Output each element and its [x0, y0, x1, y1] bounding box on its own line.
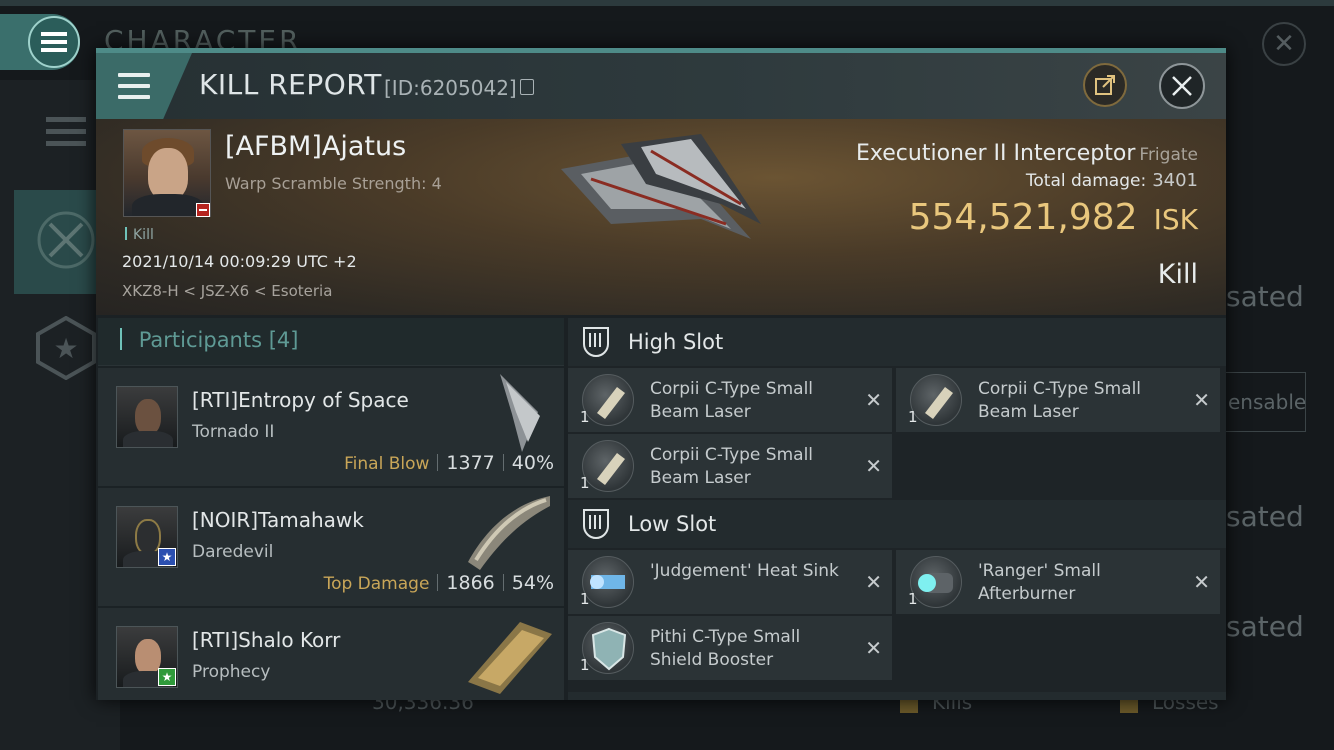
- participant-ship: Daredevil: [192, 542, 274, 562]
- participant-ship: Prophecy: [192, 662, 271, 682]
- menu-icon: [118, 73, 150, 99]
- module-name: Pithi C-Type Small Shield Booster: [650, 627, 801, 670]
- background-top-bar: [0, 0, 1334, 6]
- background-label: sated: [1226, 500, 1304, 533]
- module-name: Corpii C-Type Small Beam Laser: [650, 445, 814, 488]
- beam-laser-icon: [582, 440, 634, 492]
- next-slot-header: [568, 692, 1226, 700]
- star-icon: ★: [158, 668, 176, 686]
- slot-title: High Slot: [628, 330, 724, 354]
- module-quantity: 1: [580, 408, 590, 426]
- beam-laser-icon: [582, 374, 634, 426]
- high-slot-header: High Slot: [568, 318, 1226, 366]
- low-slot-icon: [583, 509, 609, 539]
- participant-name: [RTI]Entropy of Space: [192, 388, 409, 412]
- main-menu-button[interactable]: [0, 14, 80, 70]
- module-item[interactable]: 1 Corpii C-Type Small Beam Laser ✕: [568, 368, 892, 432]
- close-icon: [1172, 76, 1192, 96]
- background-label: sated: [1226, 610, 1304, 643]
- module-item[interactable]: 1 Corpii C-Type Small Beam Laser ✕: [896, 368, 1220, 432]
- menu-icon: [28, 16, 80, 68]
- kill-result: Kill: [1157, 259, 1198, 290]
- shield-booster-icon: [582, 622, 634, 674]
- victim-ship-image[interactable]: [551, 129, 771, 259]
- participant-row[interactable]: ★ [RTI]Shalo Korr Prophecy: [98, 608, 564, 700]
- low-slot-header: Low Slot: [568, 500, 1226, 548]
- slot-title: Low Slot: [628, 512, 717, 536]
- module-item[interactable]: 1 'Ranger' Small Afterburner ✕: [896, 550, 1220, 614]
- ship-class: Frigate: [1139, 145, 1198, 165]
- warp-scramble-strength: Warp Scramble Strength: 4: [225, 174, 442, 193]
- module-item[interactable]: 1 Corpii C-Type Small Beam Laser ✕: [568, 434, 892, 498]
- page-title: KILL REPORT: [199, 68, 382, 101]
- star-icon: ★: [158, 548, 176, 566]
- participant-ship: Tornado II: [192, 422, 275, 442]
- star-hexagon-icon[interactable]: ★: [34, 316, 98, 380]
- kill-report-id: [ID:6205042]: [384, 76, 517, 100]
- background-close-icon[interactable]: ✕: [1262, 22, 1306, 66]
- module-quantity: 1: [908, 408, 918, 426]
- participant-name: [RTI]Shalo Korr: [192, 628, 341, 652]
- afterburner-icon: [910, 556, 962, 608]
- isk-value: 554,521,982 ISK: [908, 197, 1198, 238]
- total-damage: Total damage: 3401: [1025, 170, 1198, 191]
- module-quantity: 1: [580, 656, 590, 674]
- module-name: 'Ranger' Small Afterburner: [978, 561, 1101, 604]
- share-button[interactable]: [1083, 63, 1127, 107]
- high-slot-icon: [583, 327, 609, 357]
- copy-icon[interactable]: [520, 79, 534, 95]
- module-quantity: 1: [580, 474, 590, 492]
- hostile-badge: [196, 203, 210, 217]
- participant-ship-image: [500, 374, 540, 452]
- participant-row[interactable]: [RTI]Entropy of Space Tornado II Final B…: [98, 368, 564, 486]
- participant-stats: Top Damage 1866 54%: [323, 572, 554, 594]
- remove-icon[interactable]: ✕: [865, 388, 882, 412]
- background-label: sated: [1226, 280, 1304, 313]
- victim-ship-name[interactable]: Executioner II Interceptor Frigate: [856, 141, 1198, 166]
- participant-row[interactable]: ★ [NOIR]Tamahawk Daredevil Top Damage 186…: [98, 488, 564, 606]
- svg-text:★: ★: [53, 332, 78, 365]
- kill-datetime: 2021/10/14 00:09:29 UTC +2: [122, 252, 357, 271]
- avatar: [116, 386, 178, 448]
- victim-name[interactable]: [AFBM]Ajatus: [225, 131, 406, 162]
- module-quantity: 1: [580, 590, 590, 608]
- participants-list: Participants [4] [RTI]Entropy of Space T…: [98, 318, 564, 700]
- module-name: Corpii C-Type Small Beam Laser: [650, 379, 814, 422]
- victim-banner: [AFBM]Ajatus Warp Scramble Strength: 4 K…: [96, 119, 1226, 315]
- kill-location[interactable]: XKZ8-H < JSZ-X6 < Esoteria: [122, 282, 332, 300]
- fittings-panel: High Slot 1 Corpii C-Type Small Beam Las…: [568, 318, 1226, 700]
- remove-icon[interactable]: ✕: [1193, 570, 1210, 594]
- remove-icon[interactable]: ✕: [865, 454, 882, 478]
- remove-icon[interactable]: ✕: [1193, 388, 1210, 412]
- kill-tag: Kill: [125, 227, 154, 243]
- close-button[interactable]: [1159, 63, 1205, 109]
- module-quantity: 1: [908, 590, 918, 608]
- participant-stats: Final Blow 1377 40%: [344, 452, 554, 474]
- heat-sink-icon: [582, 556, 634, 608]
- module-name: Corpii C-Type Small Beam Laser: [978, 379, 1142, 422]
- participants-header: Participants [4]: [98, 318, 564, 366]
- remove-icon[interactable]: ✕: [865, 636, 882, 660]
- remove-icon[interactable]: ✕: [865, 570, 882, 594]
- share-icon: [1095, 75, 1115, 95]
- crossed-swords-icon[interactable]: [34, 208, 98, 272]
- module-item[interactable]: 1 'Judgement' Heat Sink ✕: [568, 550, 892, 614]
- module-item[interactable]: 1 Pithi C-Type Small Shield Booster ✕: [568, 616, 892, 680]
- beam-laser-icon: [910, 374, 962, 426]
- list-icon[interactable]: [34, 100, 98, 164]
- module-name: 'Judgement' Heat Sink: [650, 561, 839, 581]
- participant-name: [NOIR]Tamahawk: [192, 508, 364, 532]
- participant-ship-image: [468, 496, 550, 570]
- kill-report-panel: KILL REPORT [ID:6205042] [AFBM]Ajatus Wa…: [96, 48, 1226, 700]
- participant-ship-image: [468, 622, 552, 694]
- background-button[interactable]: ensable: [1226, 372, 1306, 432]
